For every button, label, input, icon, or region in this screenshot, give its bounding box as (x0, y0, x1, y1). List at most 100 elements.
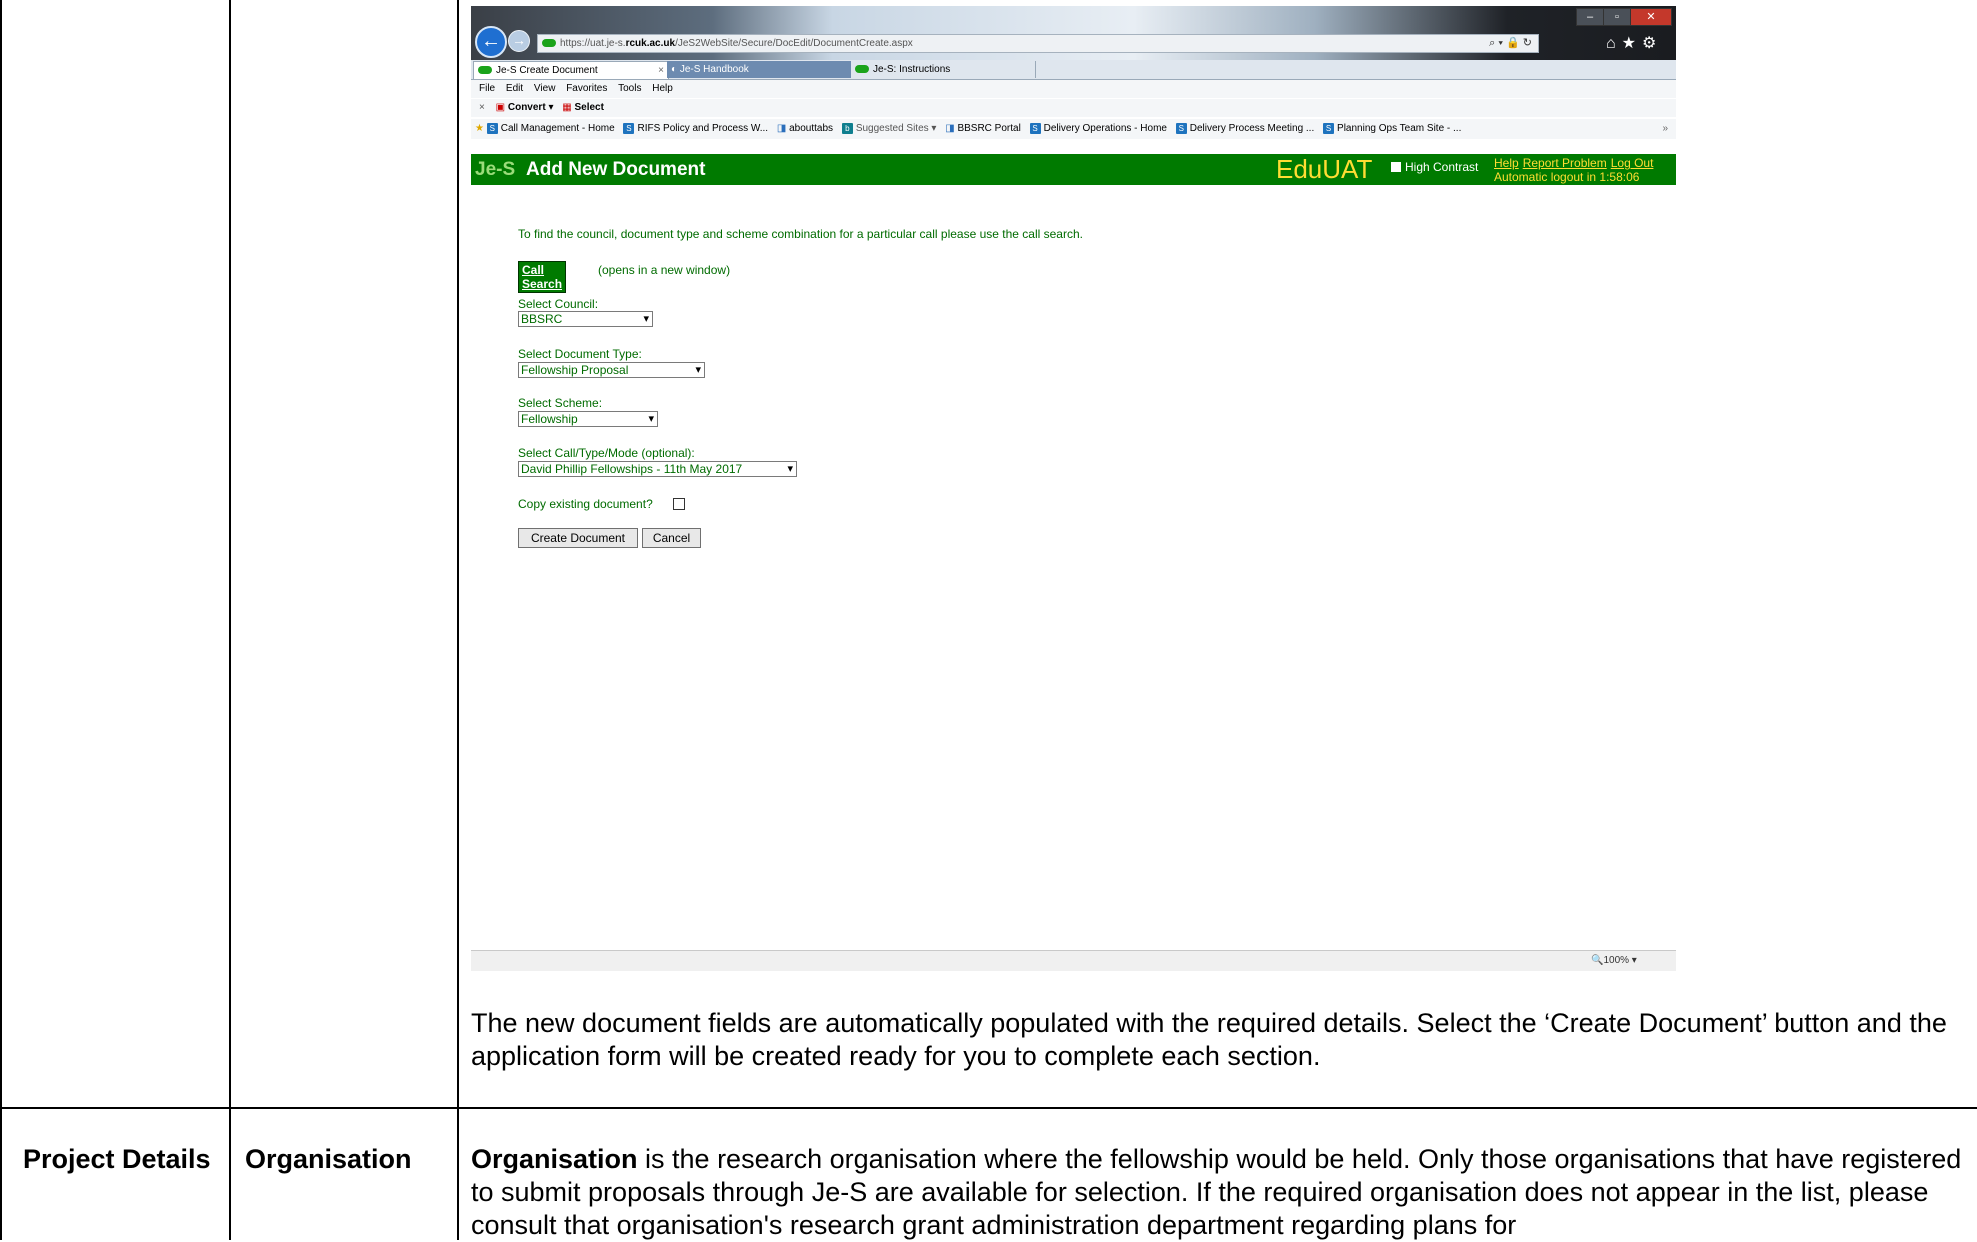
help-link[interactable]: Help (1494, 156, 1519, 170)
close-tab-icon[interactable]: × (658, 62, 664, 79)
favorite-link[interactable]: ◨ abouttabs (777, 123, 833, 134)
favorite-link[interactable]: S Call Management - Home (486, 122, 615, 134)
council-label: Select Council: (518, 297, 599, 311)
report-problem-link[interactable]: Report Problem (1523, 156, 1607, 170)
intro-text: To find the council, document type and s… (518, 227, 1083, 241)
high-contrast-checkbox[interactable] (1391, 162, 1401, 172)
chevron-down-icon: ▾ (643, 313, 649, 325)
cancel-button[interactable]: Cancel (642, 528, 701, 548)
field-description: Organisation is the research organisatio… (471, 1143, 1971, 1242)
command-bar: × ▣ Convert ▾ ▦ Select (471, 99, 1676, 117)
field-term: Organisation (471, 1144, 638, 1174)
document-type-select[interactable]: Fellowship Proposal ▾ (518, 362, 705, 378)
council-select[interactable]: BBSRC ▾ (518, 311, 653, 327)
table-border-left (0, 0, 2, 1240)
create-document-button[interactable]: Create Document (518, 528, 638, 548)
select-tool-icon: ▦ (562, 102, 572, 113)
chevron-down-icon: ▾ (787, 463, 793, 475)
favorite-link[interactable]: S Planning Ops Team Site - ... (1323, 122, 1461, 134)
url-path: /JeS2WebSite/Secure/DocEdit/DocumentCrea… (675, 38, 913, 49)
pdf-convert-icon: ▣ (495, 102, 506, 113)
address-bar-icons[interactable]: ⌕ ▾ 🔒 ↻ (1489, 35, 1532, 52)
section-heading: Project Details (23, 1144, 211, 1174)
table-col-divider-2 (457, 0, 459, 1240)
call-label: Select Call/Type/Mode (optional): (518, 446, 695, 460)
favorite-link[interactable]: S Delivery Operations - Home (1029, 122, 1167, 134)
page-icon: ◨ (776, 123, 790, 134)
logout-link[interactable]: Log Out (1611, 156, 1654, 170)
page-icon: ◨ (945, 123, 958, 134)
browser-titlebar: ← → https://uat.je-s.rcuk.ac.uk/JeS2WebS… (471, 6, 1676, 60)
sharepoint-icon: S (1175, 122, 1187, 134)
select-button[interactable]: Select (574, 102, 603, 113)
sharepoint-icon: S (1029, 122, 1041, 134)
favorites-bar: ★ S Call Management - Home S RIFS Policy a… (471, 119, 1676, 139)
menu-bar: File Edit View Favorites Tools Help (471, 80, 1676, 98)
high-contrast-label: High Contrast (1405, 160, 1479, 174)
field-description-text: is the research organisation where the f… (471, 1144, 1962, 1240)
favorite-link[interactable]: S Delivery Process Meeting ... (1175, 122, 1314, 134)
page-title: Add New Document (526, 159, 706, 180)
sharepoint-icon: S (486, 122, 498, 134)
more-favorites-icon[interactable]: » (1662, 119, 1668, 139)
tab-label: Je-S Create Document (496, 65, 598, 76)
jes-logo: Je-S (475, 159, 516, 180)
menu-favorites[interactable]: Favorites (566, 83, 607, 94)
zoom-control[interactable]: 🔍100% ▾ (1591, 955, 1637, 966)
restore-icon[interactable]: ▫ (1603, 8, 1631, 26)
back-arrow-icon[interactable]: ← (475, 26, 507, 58)
menu-tools[interactable]: Tools (618, 83, 641, 94)
tab-handbook[interactable]: ◐ Je-S Handbook (667, 61, 851, 78)
address-bar[interactable]: https://uat.je-s.rcuk.ac.uk/JeS2WebSite/… (537, 34, 1539, 53)
call-search-button[interactable]: Call Search (518, 261, 567, 293)
favorites-star-icon[interactable]: ★ (475, 123, 484, 134)
chevron-down-icon: ▾ (648, 413, 654, 425)
screenshot-caption: The new document fields are automaticall… (471, 1008, 1947, 1071)
tab-create-document[interactable]: Je-S Create Document × (473, 61, 669, 79)
menu-help[interactable]: Help (652, 83, 673, 94)
favorite-link[interactable]: b Suggested Sites ▾ (841, 122, 936, 134)
tab-site-icon (855, 65, 869, 74)
favorite-link[interactable]: ◨ BBSRC Portal (945, 123, 1021, 134)
menu-edit[interactable]: Edit (506, 83, 523, 94)
bing-icon: b (841, 122, 853, 134)
menu-file[interactable]: File (479, 83, 495, 94)
chevron-down-icon[interactable]: ▾ (548, 102, 553, 113)
tab-site-icon (478, 66, 492, 75)
url-host: rcuk.ac.uk (625, 38, 676, 49)
close-icon[interactable]: ✕ (1630, 8, 1672, 26)
zoom-icon: 🔍 (1591, 955, 1604, 966)
call-select[interactable]: David Phillip Fellowships - 11th May 201… (518, 461, 797, 477)
copy-existing-label: Copy existing document? (518, 497, 653, 511)
secure-site-icon (542, 39, 556, 48)
logout-timer: Automatic logout in 1:58:06 (1494, 170, 1640, 184)
forward-arrow-icon[interactable]: → (508, 30, 530, 52)
ie-icon: ◐ (671, 64, 680, 75)
browser-tab-strip: Je-S Create Document × ◐ Je-S Handbook Je… (471, 60, 1676, 80)
close-toolbar-icon[interactable]: × (479, 102, 485, 113)
field-heading: Organisation (245, 1144, 412, 1174)
environment-label: EduUAT (1276, 154, 1373, 184)
copy-existing-checkbox[interactable] (673, 498, 685, 510)
favorite-link[interactable]: S RIFS Policy and Process W... (623, 122, 768, 134)
tab-instructions[interactable]: Je-S: Instructions (851, 61, 1036, 78)
document-type-label: Select Document Type: (518, 347, 642, 361)
scheme-select[interactable]: Fellowship ▾ (518, 411, 658, 427)
url-prefix: https://uat.je-s. (560, 38, 626, 49)
minimize-icon[interactable]: – (1576, 8, 1604, 26)
scheme-label: Select Scheme: (518, 396, 603, 410)
tab-label: Je-S: Instructions (873, 64, 951, 75)
status-bar: 🔍100% ▾ (471, 950, 1676, 971)
window-controls: – ▫ ✕ (1576, 8, 1672, 26)
call-search-note: (opens in a new window) (598, 263, 731, 277)
sharepoint-icon: S (623, 122, 635, 134)
header-links: Help Report Problem Log Out (1494, 156, 1657, 170)
menu-view[interactable]: View (534, 83, 556, 94)
sharepoint-icon: S (1323, 122, 1335, 134)
home-favorites-settings-icons[interactable]: ⌂★⚙ (1606, 33, 1662, 53)
table-col-divider-1 (229, 0, 231, 1240)
tab-label: Je-S Handbook (679, 64, 749, 75)
convert-button[interactable]: Convert (508, 102, 546, 113)
table-row-divider (0, 1107, 1977, 1109)
browser-screenshot: ← → https://uat.je-s.rcuk.ac.uk/JeS2WebS… (471, 6, 1676, 971)
